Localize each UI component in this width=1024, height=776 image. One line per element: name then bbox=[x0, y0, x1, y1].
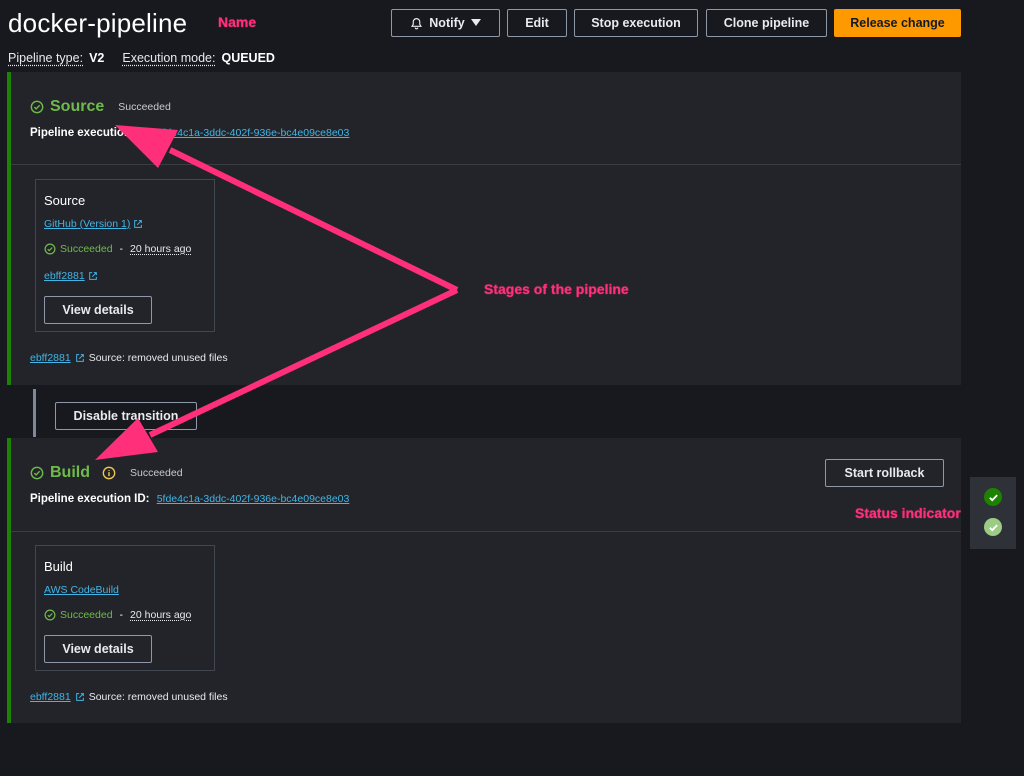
status-indicator-panel bbox=[970, 477, 1016, 549]
execution-id-label: Pipeline execution ID: bbox=[30, 127, 150, 139]
stage-name: Build Succeeded bbox=[30, 464, 183, 482]
action-status: Succeeded - 20 hours ago bbox=[44, 243, 191, 255]
action-provider: GitHub (Version 1) bbox=[44, 218, 143, 230]
action-status-text: Succeeded bbox=[60, 243, 113, 255]
external-link-icon bbox=[75, 693, 84, 701]
action-commit: ebff2881 bbox=[44, 270, 98, 282]
execution-mode-value: QUEUED bbox=[221, 51, 275, 65]
view-details-button[interactable]: View details bbox=[44, 635, 152, 663]
stage-status: Succeeded bbox=[130, 467, 183, 479]
execution-mode-label[interactable]: Execution mode: bbox=[122, 51, 215, 65]
stage-name-text: Build bbox=[50, 464, 90, 481]
stage-header: Build Succeeded Pipeline execution ID: 5… bbox=[11, 438, 961, 532]
status-dot-build[interactable] bbox=[984, 518, 1002, 536]
success-check-icon bbox=[30, 466, 44, 480]
status-dot-source[interactable] bbox=[984, 488, 1002, 506]
execution-id-row: Pipeline execution ID: 5fde4c1a-3ddc-402… bbox=[30, 493, 349, 505]
action-status: Succeeded - 20 hours ago bbox=[44, 609, 191, 621]
pipeline-type: Pipeline type: V2 bbox=[8, 51, 104, 65]
pipeline-title: docker-pipeline bbox=[8, 8, 188, 38]
execution-id-link[interactable]: 5fde4c1a-3ddc-402f-936e-bc4e09ce8e03 bbox=[157, 493, 350, 505]
success-check-icon bbox=[44, 243, 56, 255]
caret-down-icon bbox=[470, 19, 481, 26]
action-title: Source bbox=[44, 193, 86, 208]
transition-line bbox=[33, 389, 36, 437]
action-title: Build bbox=[44, 559, 73, 574]
stage-build: Build Succeeded Pipeline execution ID: 5… bbox=[7, 438, 961, 723]
action-card-build: Build AWS CodeBuild Succeeded - 20 hours… bbox=[35, 545, 215, 671]
info-icon[interactable] bbox=[102, 466, 116, 480]
stop-execution-button[interactable]: Stop execution bbox=[574, 9, 698, 37]
action-status-text: Succeeded bbox=[60, 609, 113, 621]
stage-name-text: Source bbox=[50, 98, 105, 115]
check-icon bbox=[988, 523, 998, 531]
stage-commit-row: ebff2881 Source: removed unused files bbox=[30, 691, 228, 703]
action-provider-link[interactable]: AWS CodeBuild bbox=[44, 584, 119, 596]
separator: - bbox=[119, 609, 124, 621]
notify-label: Notify bbox=[429, 16, 465, 30]
commit-message: Source: removed unused files bbox=[88, 691, 228, 703]
annotation-status-indicator: Status indicator bbox=[855, 505, 961, 521]
pipeline-type-label[interactable]: Pipeline type: bbox=[8, 51, 83, 65]
clone-pipeline-button[interactable]: Clone pipeline bbox=[706, 9, 827, 37]
separator: - bbox=[119, 243, 124, 255]
view-details-button[interactable]: View details bbox=[44, 296, 152, 324]
pipeline-type-value: V2 bbox=[89, 51, 105, 65]
action-time[interactable]: 20 hours ago bbox=[130, 609, 191, 621]
stage-commit-row: ebff2881 Source: removed unused files bbox=[30, 352, 228, 364]
edit-button[interactable]: Edit bbox=[507, 9, 567, 37]
stage-source: Source Succeeded Pipeline execution ID: … bbox=[7, 72, 961, 385]
commit-link[interactable]: ebff2881 bbox=[30, 352, 71, 364]
notify-button[interactable]: Notify bbox=[391, 9, 500, 37]
release-change-button[interactable]: Release change bbox=[834, 9, 961, 37]
commit-message: Source: removed unused files bbox=[88, 352, 228, 364]
stage-name: Source Succeeded bbox=[30, 98, 171, 116]
disable-transition-button[interactable]: Disable transition bbox=[55, 402, 197, 430]
stage-status: Succeeded bbox=[118, 101, 171, 113]
execution-mode: Execution mode: QUEUED bbox=[122, 51, 275, 65]
stage-header: Source Succeeded Pipeline execution ID: … bbox=[11, 72, 961, 165]
action-time[interactable]: 20 hours ago bbox=[130, 243, 191, 255]
annotation-name: Name bbox=[218, 14, 257, 30]
external-link-icon bbox=[134, 220, 143, 229]
execution-id-label: Pipeline execution ID: bbox=[30, 493, 150, 505]
pipeline-meta: Pipeline type: V2 Execution mode: QUEUED bbox=[8, 51, 275, 65]
bell-icon bbox=[411, 17, 423, 29]
execution-id-row: Pipeline execution ID: 5fde4c1a-3ddc-402… bbox=[30, 127, 349, 139]
start-rollback-button[interactable]: Start rollback bbox=[825, 459, 944, 487]
action-commit-link[interactable]: ebff2881 bbox=[44, 270, 85, 282]
external-link-icon bbox=[75, 354, 84, 362]
action-provider-link[interactable]: GitHub (Version 1) bbox=[44, 218, 130, 230]
success-check-icon bbox=[30, 100, 44, 114]
execution-id-link[interactable]: 5fde4c1a-3ddc-402f-936e-bc4e09ce8e03 bbox=[157, 127, 350, 139]
commit-link[interactable]: ebff2881 bbox=[30, 691, 71, 703]
action-provider: AWS CodeBuild bbox=[44, 584, 119, 596]
check-icon bbox=[988, 493, 998, 501]
external-link-icon bbox=[88, 272, 97, 281]
annotation-stages: Stages of the pipeline bbox=[484, 281, 629, 297]
action-card-source: Source GitHub (Version 1) Succeeded - 20… bbox=[35, 179, 215, 332]
success-check-icon bbox=[44, 609, 56, 621]
